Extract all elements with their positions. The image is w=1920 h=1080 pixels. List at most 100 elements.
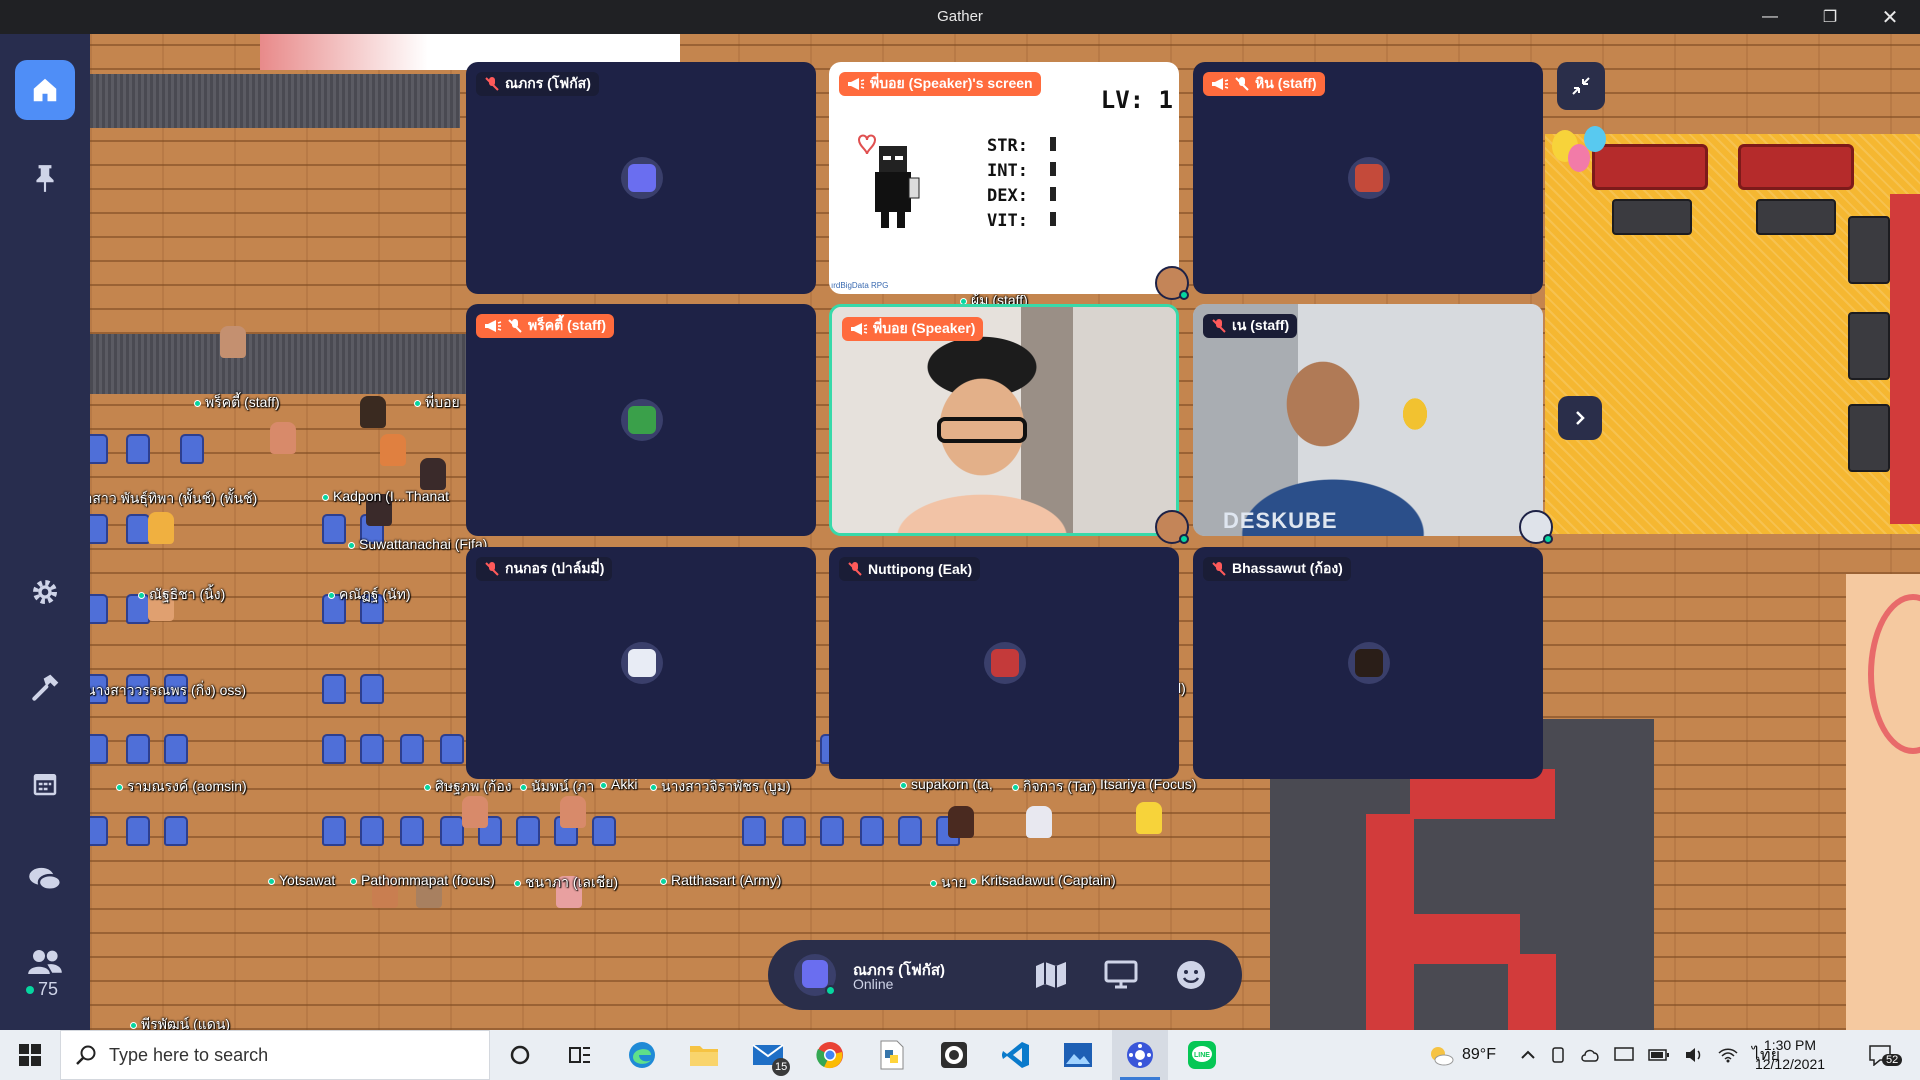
tile-name-label: พี่บอย (Speaker)'s screen — [839, 72, 1041, 96]
avatar[interactable] — [148, 512, 174, 544]
chair — [126, 514, 150, 544]
player-name-label[interactable]: กิจการ (Tar) — [1012, 776, 1096, 798]
pin-button[interactable] — [15, 148, 75, 208]
obs-app[interactable] — [926, 1030, 982, 1080]
minimize-button[interactable]: — — [1740, 0, 1800, 34]
player-name-label[interactable]: รามณรงค์ (aomsin) — [116, 776, 247, 798]
player-name-label[interactable]: Ratthasart (Army) — [660, 872, 781, 888]
device-icon[interactable] — [1550, 1046, 1566, 1064]
close-button[interactable]: ✕ — [1860, 0, 1920, 34]
participant-avatar — [621, 157, 663, 199]
cortana-button[interactable] — [492, 1030, 548, 1080]
chair — [322, 816, 346, 846]
vscode-app[interactable] — [988, 1030, 1044, 1080]
video-tile[interactable]: ณภกร (โฟกัส) — [466, 62, 816, 294]
home-button[interactable] — [15, 60, 75, 120]
avatar[interactable] — [420, 458, 446, 490]
taskbar-search-box[interactable]: Type here to search — [60, 1030, 490, 1080]
volume-icon[interactable] — [1684, 1046, 1704, 1064]
player-name-label[interactable]: l) — [1178, 680, 1186, 696]
player-name-label[interactable]: Kadpon (I...Thanat — [322, 488, 449, 504]
player-name-label[interactable]: พีรพัฒน์ (แดน) — [130, 1014, 230, 1030]
wifi-icon[interactable] — [1718, 1047, 1738, 1063]
player-name-label[interactable]: ณัฐธิชา (นิ้ง) — [138, 584, 225, 606]
map-button[interactable] — [1030, 954, 1072, 996]
next-page-button[interactable] — [1558, 396, 1602, 440]
video-tile[interactable]: กนกอร (ปาล์มมี่) — [466, 547, 816, 779]
player-name-label[interactable]: Suwattanachai (Fifa) — [348, 536, 487, 552]
build-button[interactable] — [15, 658, 75, 718]
chair — [440, 816, 464, 846]
avatar[interactable] — [560, 796, 586, 828]
settings-button[interactable] — [15, 562, 75, 622]
avatar[interactable] — [270, 422, 296, 454]
tile-name-label: Bhassawut (ก้อง) — [1203, 557, 1351, 581]
vscode-icon — [1002, 1042, 1029, 1068]
chair — [782, 816, 806, 846]
avatar[interactable] — [1026, 806, 1052, 838]
avatar[interactable] — [948, 806, 974, 838]
weather-widget[interactable]: 89°F — [1428, 1030, 1496, 1080]
user-avatar[interactable] — [794, 954, 836, 996]
minimize-grid-button[interactable] — [1557, 62, 1605, 110]
emoji-button[interactable] — [1170, 954, 1212, 996]
display-icon[interactable] — [1614, 1046, 1634, 1064]
start-button[interactable] — [0, 1030, 60, 1080]
coffee-table — [1756, 199, 1836, 235]
video-tile[interactable]: DESKUBE เน (staff) — [1193, 304, 1543, 536]
presenter-avatar — [1155, 510, 1189, 544]
user-status[interactable]: Online — [853, 976, 893, 992]
player-name-label[interactable]: ศิษฐภพ (ก้อง — [424, 776, 512, 798]
player-name-label[interactable]: Yotsawat — [268, 872, 335, 888]
restore-button[interactable]: ❐ — [1800, 0, 1860, 34]
file-explorer-app[interactable] — [676, 1030, 732, 1080]
player-name-label[interactable]: Kritsadawut (Captain) — [970, 872, 1116, 888]
video-tile[interactable]: พร็คตี้ (staff) — [466, 304, 816, 536]
calendar-button[interactable] — [15, 754, 75, 814]
edge-app[interactable] — [614, 1030, 670, 1080]
hammer-icon — [32, 674, 59, 701]
game-stats-list: STR: INT: DEX: VIT: — [987, 136, 1056, 236]
avatar[interactable] — [1136, 802, 1162, 834]
sofa — [1592, 144, 1708, 190]
tile-name-label: กนกอร (ปาล์มมี่) — [476, 557, 613, 581]
chevron-up-icon[interactable] — [1520, 1047, 1536, 1063]
video-tile[interactable]: Nuttipong (Eak) — [829, 547, 1179, 779]
screen-share-tile[interactable]: พี่บอย (Speaker)'s screen LV: 1 STR: INT… — [829, 62, 1179, 294]
avatar[interactable] — [462, 796, 488, 828]
avatar[interactable] — [380, 434, 406, 466]
chat-button[interactable] — [15, 850, 75, 910]
python-app[interactable] — [864, 1030, 920, 1080]
player-name-label[interactable]: พี่บอย — [414, 392, 460, 414]
clock[interactable]: 1:30 PM 12/12/2021 — [1745, 1036, 1835, 1074]
player-name-label[interactable]: ชนาภา (เลเชีย) — [514, 872, 618, 894]
battery-icon[interactable] — [1648, 1048, 1670, 1062]
player-name-label[interactable]: คณัฏฐ์ (นัท) — [328, 584, 411, 606]
video-tile[interactable]: Bhassawut (ก้อง) — [1193, 547, 1543, 779]
mail-app[interactable]: 15 — [740, 1030, 796, 1080]
chrome-app[interactable] — [802, 1030, 858, 1080]
avatar[interactable] — [360, 396, 386, 428]
notification-center-button[interactable]: 52 — [1868, 1030, 1903, 1080]
player-name-label[interactable]: นางสาววรรณพร (กิ่ง) oss) — [90, 680, 246, 702]
tile-name-label: หิน (staff) — [1203, 72, 1325, 96]
player-name-label[interactable]: นาย — [930, 872, 967, 894]
clock-date: 12/12/2021 — [1754, 1056, 1826, 1072]
screen-share-button[interactable] — [1100, 954, 1142, 996]
avatar[interactable] — [220, 326, 246, 358]
player-name-label[interactable]: พร็คตี้ (staff) — [194, 392, 280, 414]
chevron-right-icon — [1576, 411, 1585, 425]
task-view-button[interactable] — [552, 1030, 608, 1080]
player-name-label[interactable]: นัมพน์ (ภา — [520, 776, 594, 798]
player-name-label[interactable]: นางสาวจิราพัชร (บูม) — [650, 776, 791, 798]
cloud-icon[interactable] — [1580, 1047, 1600, 1063]
search-placeholder: Type here to search — [109, 1044, 269, 1065]
player-name-label[interactable]: อสาว พันธุ์ทิพา (พั้นช์) (พั้นช์) — [90, 488, 257, 510]
tile-name-label: พร็คตี้ (staff) — [476, 314, 614, 338]
player-name-label[interactable]: Pathommapat (focus) — [350, 872, 495, 888]
video-tile[interactable]: หิน (staff) — [1193, 62, 1543, 294]
gather-app[interactable] — [1112, 1030, 1168, 1080]
photos-app[interactable] — [1050, 1030, 1106, 1080]
line-app[interactable]: LINE — [1174, 1030, 1230, 1080]
speaker-video-tile[interactable]: พี่บอย (Speaker) — [829, 304, 1179, 536]
